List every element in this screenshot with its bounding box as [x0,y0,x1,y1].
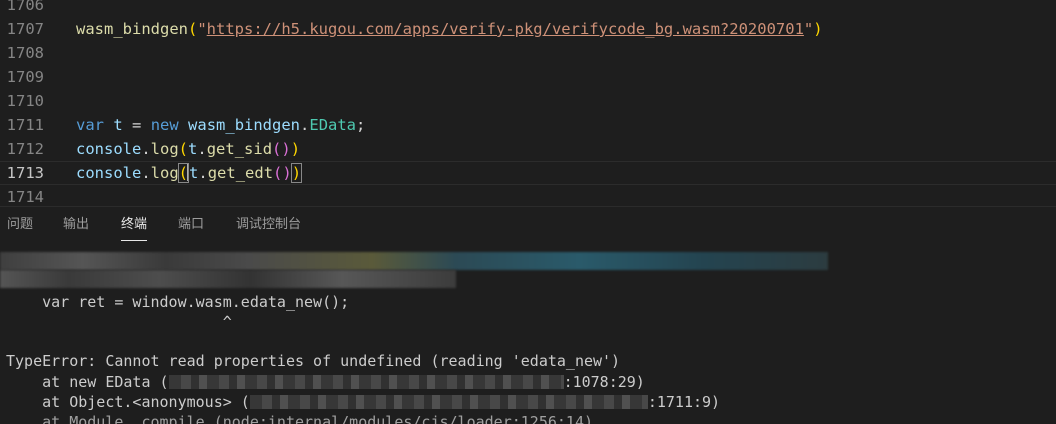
redacted-path-block [0,250,828,290]
line-number: 1712 [6,140,44,158]
stack-frame: at new EData ( :1078:29) [6,372,645,392]
code-token: = [122,116,151,134]
code-line[interactable]: 1713 console.log(t.get_edt()) [0,161,1056,185]
code-token: wasm_bindgen [76,20,188,38]
tab-problems[interactable]: 问题 [7,207,33,243]
code-text: console.log(t.get_sid()) [76,137,300,161]
line-number: 1711 [6,116,44,134]
terminal-caret-line: ^ [6,313,232,331]
code-token: get_edt [207,164,274,182]
tab-ports[interactable]: 端口 [178,207,204,243]
code-token: log [150,164,179,182]
code-token: ( [178,140,189,158]
code-token: " [197,20,207,38]
stack-frame-suffix: :1078:29) [563,373,645,391]
code-token: log [150,140,179,158]
code-line[interactable]: 1707 wasm_bindgen("https://h5.kugou.com/a… [0,17,1056,41]
code-token: " [803,20,814,38]
line-number: 1713 [6,164,44,182]
code-token: t [189,164,199,182]
code-token: . [300,116,310,134]
stack-frame-prefix: at Module._compile (node:internal/module… [6,413,593,424]
redacted-path [249,395,648,409]
code-line[interactable]: 1708 [0,41,1056,65]
code-token: console [76,140,142,158]
code-token: ) [290,140,301,158]
code-token: ( [272,140,282,158]
error-message: TypeError: Cannot read properties of und… [6,352,621,370]
tab-terminal[interactable]: 终端 [121,207,148,243]
code-token: ( [187,20,198,38]
code-token: . [141,140,151,158]
code-line[interactable]: 1706 [0,0,1056,17]
stack-frame: at Module._compile (node:internal/module… [6,412,593,424]
code-line[interactable]: 1714 [0,185,1056,206]
panel-tab-bar: 问题 输出 终端 端口 调试控制台 [0,206,1056,243]
code-token: ( [273,164,283,182]
code-token: EData [309,116,357,134]
code-line[interactable]: 1710 [0,89,1056,113]
code-token: ; [356,116,366,134]
code-token: t [188,140,198,158]
code-token: ) [282,164,292,182]
code-token: https://h5.kugou.com/apps/verify-pkg/ver… [206,20,804,38]
code-token: get_sid [206,140,273,158]
code-token: var [76,116,104,134]
tab-output[interactable]: 输出 [63,207,89,243]
line-number: 1710 [6,92,44,110]
redacted-path [168,375,564,389]
code-token: . [141,164,151,182]
code-token: ) [290,163,303,183]
code-text: console.log(t.get_edt()) [76,162,303,184]
code-line[interactable]: 1712 console.log(t.get_sid()) [0,137,1056,161]
code-token: . [197,140,207,158]
code-token: t [113,116,123,134]
line-number: 1709 [6,68,44,86]
terminal-source-line: var ret = window.wasm.edata_new(); [6,293,350,311]
code-token: ) [813,20,823,38]
terminal-output[interactable]: var ret = window.wasm.edata_new(); ^ Typ… [0,242,1056,424]
code-token: new [150,116,179,134]
code-token: . [198,164,208,182]
stack-frame: at Object.<anonymous> ( :1711:9) [6,392,720,412]
code-line[interactable]: 1709 [0,65,1056,89]
line-number: 1708 [6,44,44,62]
code-token: ) [281,140,291,158]
code-text: wasm_bindgen("https://h5.kugou.com/apps/… [76,17,823,41]
code-editor[interactable]: 1706 1707 wasm_bindgen("https://h5.kugou.c… [0,0,1056,206]
line-number: 1707 [6,20,44,38]
code-token: wasm_bindgen [188,116,301,134]
line-number: 1714 [6,188,44,206]
tab-debug-console[interactable]: 调试控制台 [236,207,301,243]
code-text: var t = new wasm_bindgen.EData; [76,113,365,137]
code-token: console [76,164,142,182]
line-number: 1706 [6,0,44,14]
stack-frame-prefix: at new EData ( [6,373,169,391]
stack-frame-suffix: :1711:9) [647,393,721,411]
stack-frame-prefix: at Object.<anonymous> ( [6,393,250,411]
code-line[interactable]: 1711 var t = new wasm_bindgen.EData; [0,113,1056,137]
